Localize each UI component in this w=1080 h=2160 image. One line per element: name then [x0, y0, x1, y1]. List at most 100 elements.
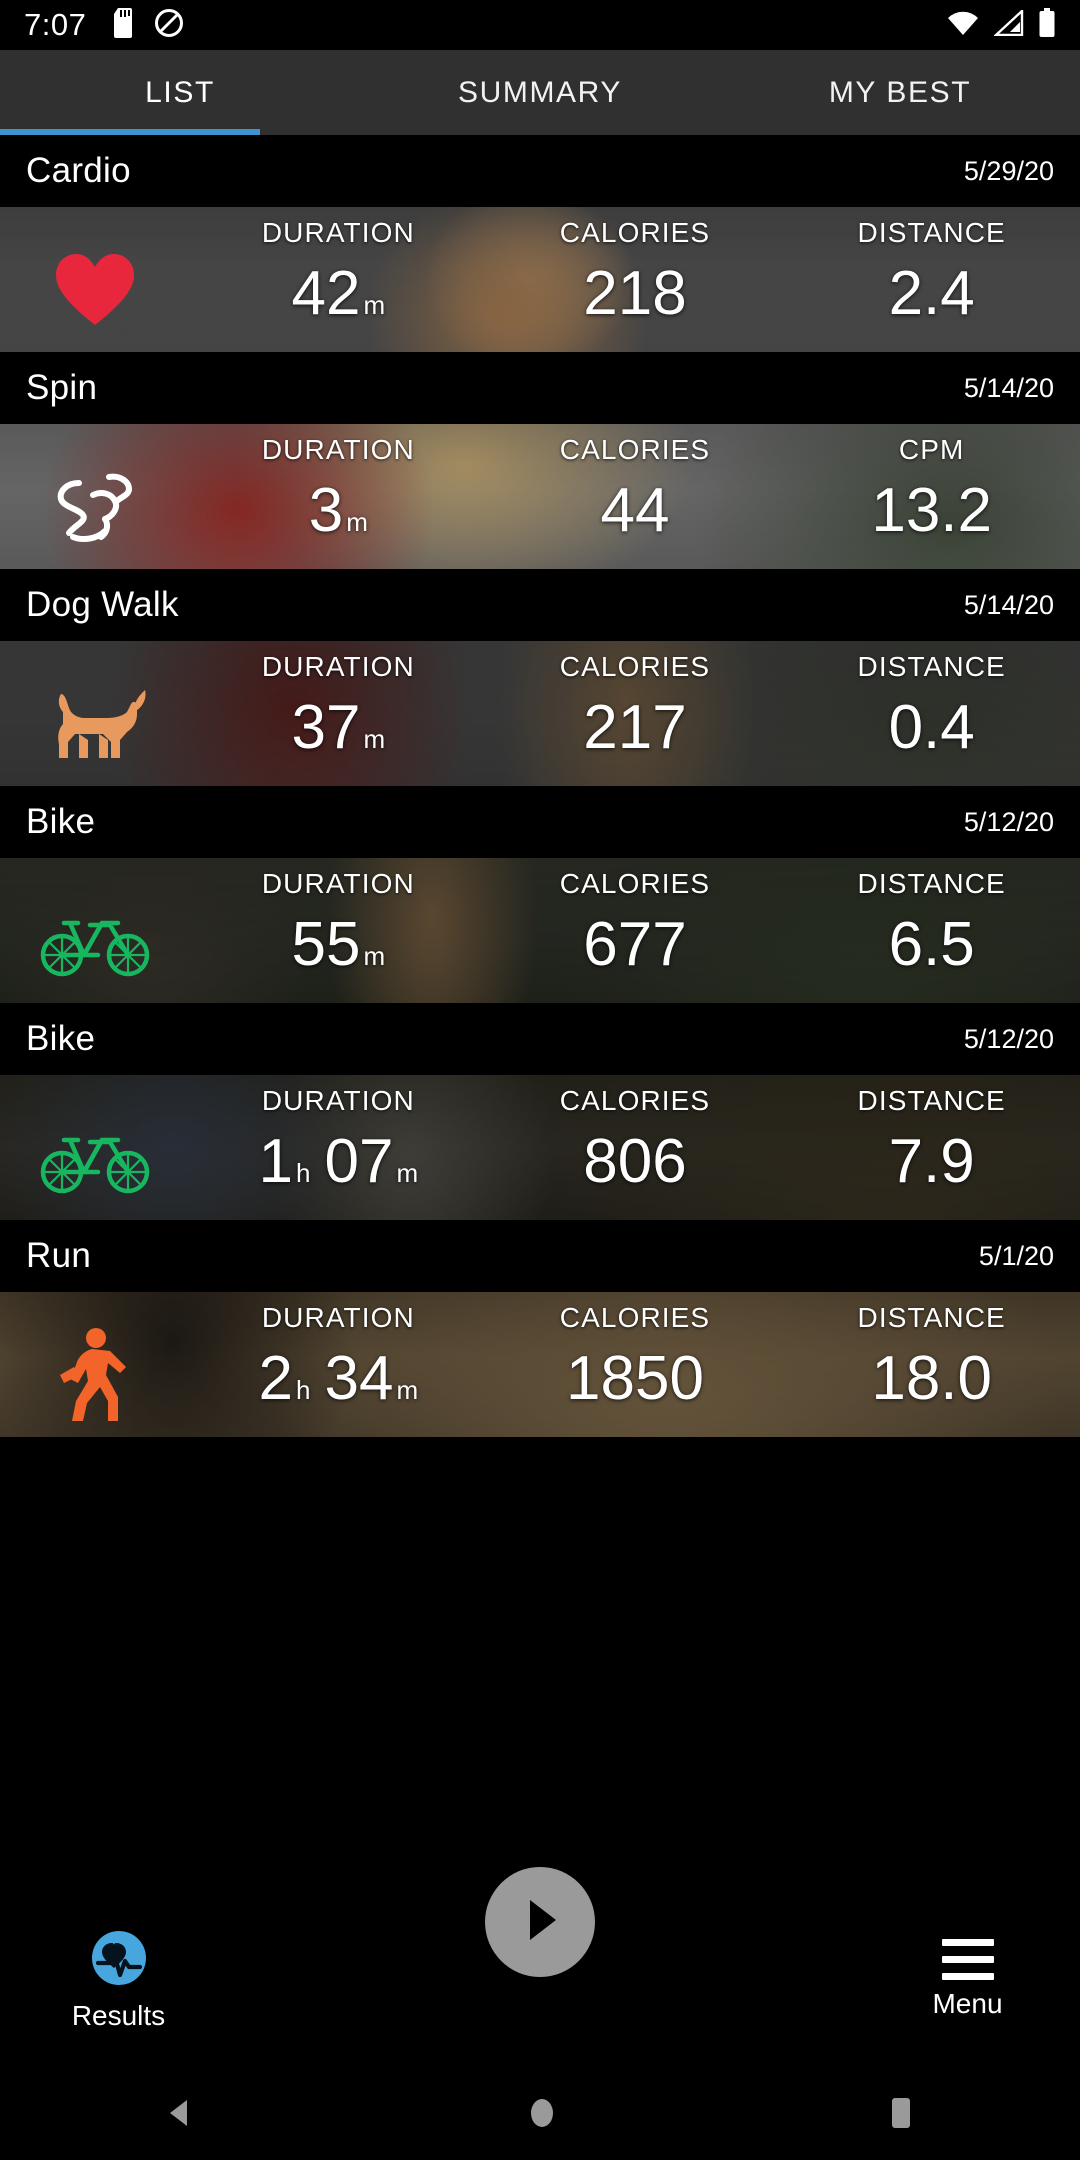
- stat-value: 2 h 34 m: [258, 1344, 419, 1413]
- workout-header: Spin 5/14/20: [0, 352, 1080, 424]
- stat-value: 1 h 07 m: [258, 1127, 419, 1196]
- stat-label: DURATION: [261, 651, 415, 682]
- start-workout-button[interactable]: [485, 1867, 595, 1977]
- stat-value: 3m: [308, 476, 368, 545]
- tab-list-label: LIST: [145, 75, 215, 109]
- stat-duration: DURATION 37 m: [190, 641, 487, 786]
- bottom-nav-results[interactable]: Results: [46, 1929, 191, 2032]
- stat-calories: CALORIES 217: [487, 641, 784, 786]
- stat-duration: DURATION 2 h 34 m: [190, 1292, 487, 1437]
- stat-calories: CALORIES 44: [487, 424, 784, 569]
- workout-date: 5/12/20: [963, 1023, 1054, 1054]
- stat-value: 42 m: [291, 259, 386, 328]
- list-item[interactable]: Bike 5/12/20: [0, 1003, 1080, 1220]
- heart-icon: [54, 252, 136, 333]
- stat-label: DURATION: [261, 868, 415, 899]
- stat-duration: DURATION 1 h 07 m: [190, 1075, 487, 1220]
- workout-title: Spin: [26, 368, 98, 407]
- stat-label: CALORIES: [559, 217, 711, 248]
- stat-label: DISTANCE: [857, 217, 1006, 248]
- stat-value: 37 m: [291, 693, 386, 762]
- workout-stats: DURATION 3m CALORIES 44 CPM 13.2: [190, 424, 1080, 569]
- workout-title: Bike: [26, 1019, 96, 1058]
- list-item[interactable]: Run 5/1/20 DURATION 2 h 34 m CALORIES 18…: [0, 1220, 1080, 1437]
- stat-calories: CALORIES 806: [487, 1075, 784, 1220]
- stat-distance: DISTANCE 6.5: [783, 858, 1080, 1003]
- spin-cyclist-icon: [49, 467, 141, 552]
- status-bar: 7:07: [0, 0, 1080, 50]
- workout-stats: DURATION 1 h 07 m CALORIES 806 DISTANCE 7.9: [190, 1075, 1080, 1220]
- stat-label: DURATION: [261, 1302, 415, 1333]
- bottom-nav-results-label: Results: [71, 2000, 166, 2031]
- stat-calories: CALORIES 1850: [487, 1292, 784, 1437]
- list-item[interactable]: Bike 5/12/20: [0, 786, 1080, 1003]
- workout-body: DURATION 55 m CALORIES 677 DISTANCE 6.5: [0, 858, 1080, 1003]
- stat-calories: CALORIES 677: [487, 858, 784, 1003]
- workout-date: 5/1/20: [978, 1240, 1054, 1271]
- stat-label: DISTANCE: [857, 1302, 1006, 1333]
- runner-icon: [56, 1327, 134, 1428]
- do-not-disturb-icon: [154, 8, 184, 43]
- cellular-signal-icon: [992, 7, 1024, 41]
- stat-label: CALORIES: [559, 434, 711, 465]
- home-circle-icon[interactable]: [525, 2093, 559, 2138]
- dog-icon: [41, 684, 149, 769]
- stat-value: 0.4: [888, 693, 975, 762]
- workout-header: Bike 5/12/20: [0, 1003, 1080, 1075]
- workout-stats: DURATION 2 h 34 m CALORIES 1850 DISTANCE 18…: [190, 1292, 1080, 1437]
- stat-label: CALORIES: [559, 1085, 711, 1116]
- recents-square-icon[interactable]: [886, 2093, 916, 2138]
- workout-header: Bike 5/12/20: [0, 786, 1080, 858]
- workout-body: DURATION 42 m CALORIES 218 DISTANCE 2.4: [0, 207, 1080, 352]
- tab-summary[interactable]: SUMMARY: [360, 50, 720, 135]
- stat-value: 55 m: [291, 910, 386, 979]
- workout-date: 5/14/20: [963, 589, 1054, 620]
- stat-label: CPM: [898, 434, 965, 465]
- tab-my-best[interactable]: MY BEST: [720, 50, 1080, 135]
- stat-distance: DISTANCE 2.4: [783, 207, 1080, 352]
- bicycle-icon: [40, 1122, 150, 1199]
- workout-icon-cell: [0, 424, 190, 569]
- workout-stats: DURATION 37 m CALORIES 217 DISTANCE 0.4: [190, 641, 1080, 786]
- stat-duration: DURATION 55 m: [190, 858, 487, 1003]
- back-triangle-icon[interactable]: [164, 2096, 198, 2135]
- bottom-nav-menu[interactable]: Menu: [895, 1929, 1040, 2020]
- stat-distance: DISTANCE 18.0: [783, 1292, 1080, 1437]
- workout-body: DURATION 37 m CALORIES 217 DISTANCE 0.4: [0, 641, 1080, 786]
- stat-label: DISTANCE: [857, 651, 1006, 682]
- status-bar-right-icons: [946, 7, 1056, 43]
- workout-icon-cell: [0, 207, 190, 352]
- workout-title: Bike: [26, 802, 96, 841]
- list-item[interactable]: Cardio 5/29/20 DURATION 42 m CALORIES 21…: [0, 135, 1080, 352]
- stat-label: CALORIES: [559, 651, 711, 682]
- sd-card-icon: [112, 7, 136, 43]
- stat-duration: DURATION 42 m: [190, 207, 487, 352]
- workout-icon-cell: [0, 1075, 190, 1220]
- tab-summary-label: SUMMARY: [458, 75, 622, 109]
- stat-value: 217: [583, 693, 687, 762]
- list-item[interactable]: Spin 5/14/20 DURATION 3 m CALORIES 44 CP…: [0, 352, 1080, 569]
- tab-my-best-label: MY BEST: [828, 75, 972, 109]
- workout-list[interactable]: Cardio 5/29/20 DURATION 42 m CALORIES 21…: [0, 135, 1080, 2160]
- workout-title: Dog Walk: [26, 585, 179, 624]
- tab-bar: LIST SUMMARY MY BEST: [0, 50, 1080, 135]
- stat-label: CALORIES: [559, 1302, 711, 1333]
- stat-distance: DISTANCE 7.9: [783, 1075, 1080, 1220]
- stat-distance: DISTANCE 0.4: [783, 641, 1080, 786]
- workout-stats: DURATION 42 m CALORIES 218 DISTANCE 2.4: [190, 207, 1080, 352]
- stat-label: DURATION: [261, 217, 415, 248]
- stat-label: DISTANCE: [857, 1085, 1006, 1116]
- stat-label: DURATION: [261, 1085, 415, 1116]
- tab-list[interactable]: LIST: [0, 50, 360, 135]
- wifi-icon: [946, 10, 980, 41]
- play-icon: [510, 1890, 570, 1955]
- stat-label: CALORIES: [559, 868, 711, 899]
- workout-title: Cardio: [26, 151, 131, 190]
- bicycle-icon: [40, 905, 150, 982]
- stat-label: DISTANCE: [857, 868, 1006, 899]
- list-item[interactable]: Dog Walk 5/14/20 DURATION 37 m CALORIES …: [0, 569, 1080, 786]
- stat-value: 6.5: [888, 910, 975, 979]
- stat-label: DURATION: [261, 434, 415, 465]
- workout-header: Run 5/1/20: [0, 1220, 1080, 1292]
- workout-body: DURATION 2 h 34 m CALORIES 1850 DISTANCE 18…: [0, 1292, 1080, 1437]
